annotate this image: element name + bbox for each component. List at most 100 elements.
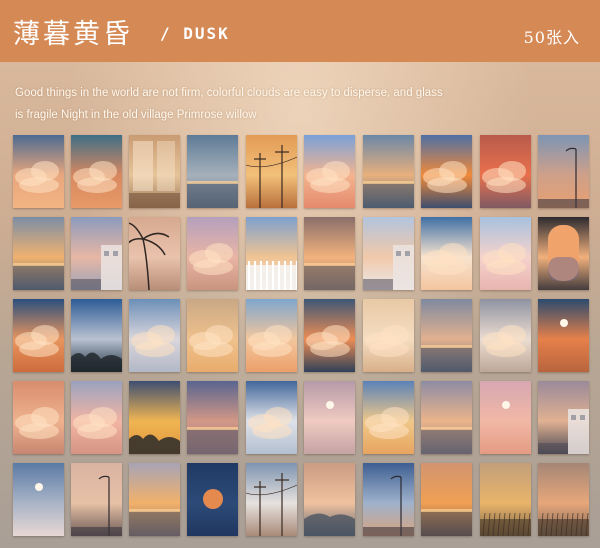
- card-reeds-sunset: [538, 463, 589, 536]
- card-golden-field-image: [480, 463, 531, 536]
- card-blue-treeline-image: [71, 299, 122, 372]
- card-dusk-horizon-image: [363, 135, 414, 208]
- card-house-sky-image: [363, 217, 414, 290]
- sticker-count-label: 50张入: [523, 28, 580, 47]
- card-reeds-sunset-image: [538, 463, 589, 536]
- card-airplane-window-image: [538, 217, 589, 290]
- card-golden-horizon: [129, 463, 180, 536]
- card-full-moon-clouds: [13, 463, 64, 536]
- card-deep-blue-orange-image: [13, 299, 64, 372]
- card-white-cumulus-image: [421, 217, 472, 290]
- card-purple-clouds-image: [187, 217, 238, 290]
- card-blue-white-cloud-image: [246, 381, 297, 454]
- card-crane-cloud: [246, 463, 297, 536]
- card-sunset-sea: [13, 217, 64, 290]
- card-building-sky-image: [71, 217, 122, 290]
- card-peach-sky: [187, 299, 238, 372]
- card-yellow-clouds-tree-image: [129, 381, 180, 454]
- card-blue-sky-orange-clouds-image: [13, 135, 64, 208]
- tagline-line-2: is fragile Night in the old village Prim…: [15, 109, 257, 121]
- card-streetlight-blue-image: [363, 463, 414, 536]
- card-cream-clouds: [363, 299, 414, 372]
- card-indigo-dusk: [187, 381, 238, 454]
- card-pale-blue-cloud-image: [129, 299, 180, 372]
- card-hills-sunset: [304, 463, 355, 536]
- card-blue-yellow-cloud: [363, 381, 414, 454]
- card-yellow-clouds-tree: [129, 381, 180, 454]
- card-power-poles: [246, 135, 297, 208]
- card-indigo-dusk-image: [187, 381, 238, 454]
- card-full-moon-clouds-image: [13, 463, 64, 536]
- card-streetlight-blue: [363, 463, 414, 536]
- card-building-sky: [71, 217, 122, 290]
- card-pink-crescent: [480, 381, 531, 454]
- card-orange-glow-cloud: [421, 135, 472, 208]
- card-pink-cumulus: [480, 217, 531, 290]
- product-title-english: / DUSK: [160, 24, 230, 43]
- card-pink-cloud-blue: [304, 135, 355, 208]
- title-banner: 薄暮黄昏 / DUSK 50张入: [0, 0, 600, 62]
- card-orange-moon-blue: [187, 463, 238, 536]
- card-sunset-sea-image: [13, 217, 64, 290]
- card-pink-cumulus-image: [480, 217, 531, 290]
- card-pale-blue-cloud: [129, 299, 180, 372]
- card-window-interior-image: [129, 135, 180, 208]
- card-golden-field: [480, 463, 531, 536]
- card-hills-sunset-image: [304, 463, 355, 536]
- card-pink-crescent-image: [480, 381, 531, 454]
- tagline-line-1: Good things in the world are not firm, c…: [15, 87, 443, 99]
- card-sunset-streaks: [421, 381, 472, 454]
- card-orange-moon-blue-image: [187, 463, 238, 536]
- product-title-chinese: 薄暮黄昏: [13, 19, 133, 50]
- card-grey-white-clouds-image: [480, 299, 531, 372]
- card-blue-yellow-cloud-image: [363, 381, 414, 454]
- card-navy-orange-stripe: [304, 299, 355, 372]
- card-deep-blue-orange: [13, 299, 64, 372]
- card-red-orange-cloud-image: [480, 135, 531, 208]
- card-purple-clouds: [187, 217, 238, 290]
- card-blue-treeline: [71, 299, 122, 372]
- sticker-photo-grid: [13, 135, 593, 536]
- card-tall-pink-cloud: [71, 381, 122, 454]
- card-pink-moon-image: [304, 381, 355, 454]
- card-dusky-sea-image: [421, 299, 472, 372]
- card-blue-sea-sunset-image: [187, 135, 238, 208]
- card-red-orange-cloud: [480, 135, 531, 208]
- card-dusky-sea: [421, 299, 472, 372]
- card-power-poles-image: [246, 135, 297, 208]
- card-sky-orange-puffs: [246, 299, 297, 372]
- card-palm-tree: [129, 217, 180, 290]
- card-palm-tree-image: [129, 217, 180, 290]
- card-blue-sky-orange-clouds: [13, 135, 64, 208]
- card-teal-orange-clouds: [71, 135, 122, 208]
- card-golden-sea-image: [304, 217, 355, 290]
- card-street-sunset-image: [71, 463, 122, 536]
- card-salmon-haze-image: [13, 381, 64, 454]
- card-streetlamp-dusk-image: [538, 135, 589, 208]
- card-salmon-haze: [13, 381, 64, 454]
- card-pink-moon: [304, 381, 355, 454]
- card-dusk-horizon: [363, 135, 414, 208]
- card-crane-cloud-image: [246, 463, 297, 536]
- card-pink-cloud-blue-image: [304, 135, 355, 208]
- card-streetlamp-dusk: [538, 135, 589, 208]
- card-street-sunset: [71, 463, 122, 536]
- card-moon-orange-clouds-image: [538, 299, 589, 372]
- card-orange-glow-cloud-image: [421, 135, 472, 208]
- card-blue-sea-sunset: [187, 135, 238, 208]
- card-sky-orange-puffs-image: [246, 299, 297, 372]
- card-city-dusk-image: [538, 381, 589, 454]
- card-house-sky: [363, 217, 414, 290]
- card-grey-white-clouds: [480, 299, 531, 372]
- card-golden-horizon-image: [129, 463, 180, 536]
- card-white-fence: [246, 217, 297, 290]
- card-cream-clouds-image: [363, 299, 414, 372]
- card-orange-sea: [421, 463, 472, 536]
- card-window-interior: [129, 135, 180, 208]
- card-orange-sea-image: [421, 463, 472, 536]
- card-moon-orange-clouds: [538, 299, 589, 372]
- card-sunset-streaks-image: [421, 381, 472, 454]
- card-airplane-window: [538, 217, 589, 290]
- card-golden-sea: [304, 217, 355, 290]
- card-blue-white-cloud: [246, 381, 297, 454]
